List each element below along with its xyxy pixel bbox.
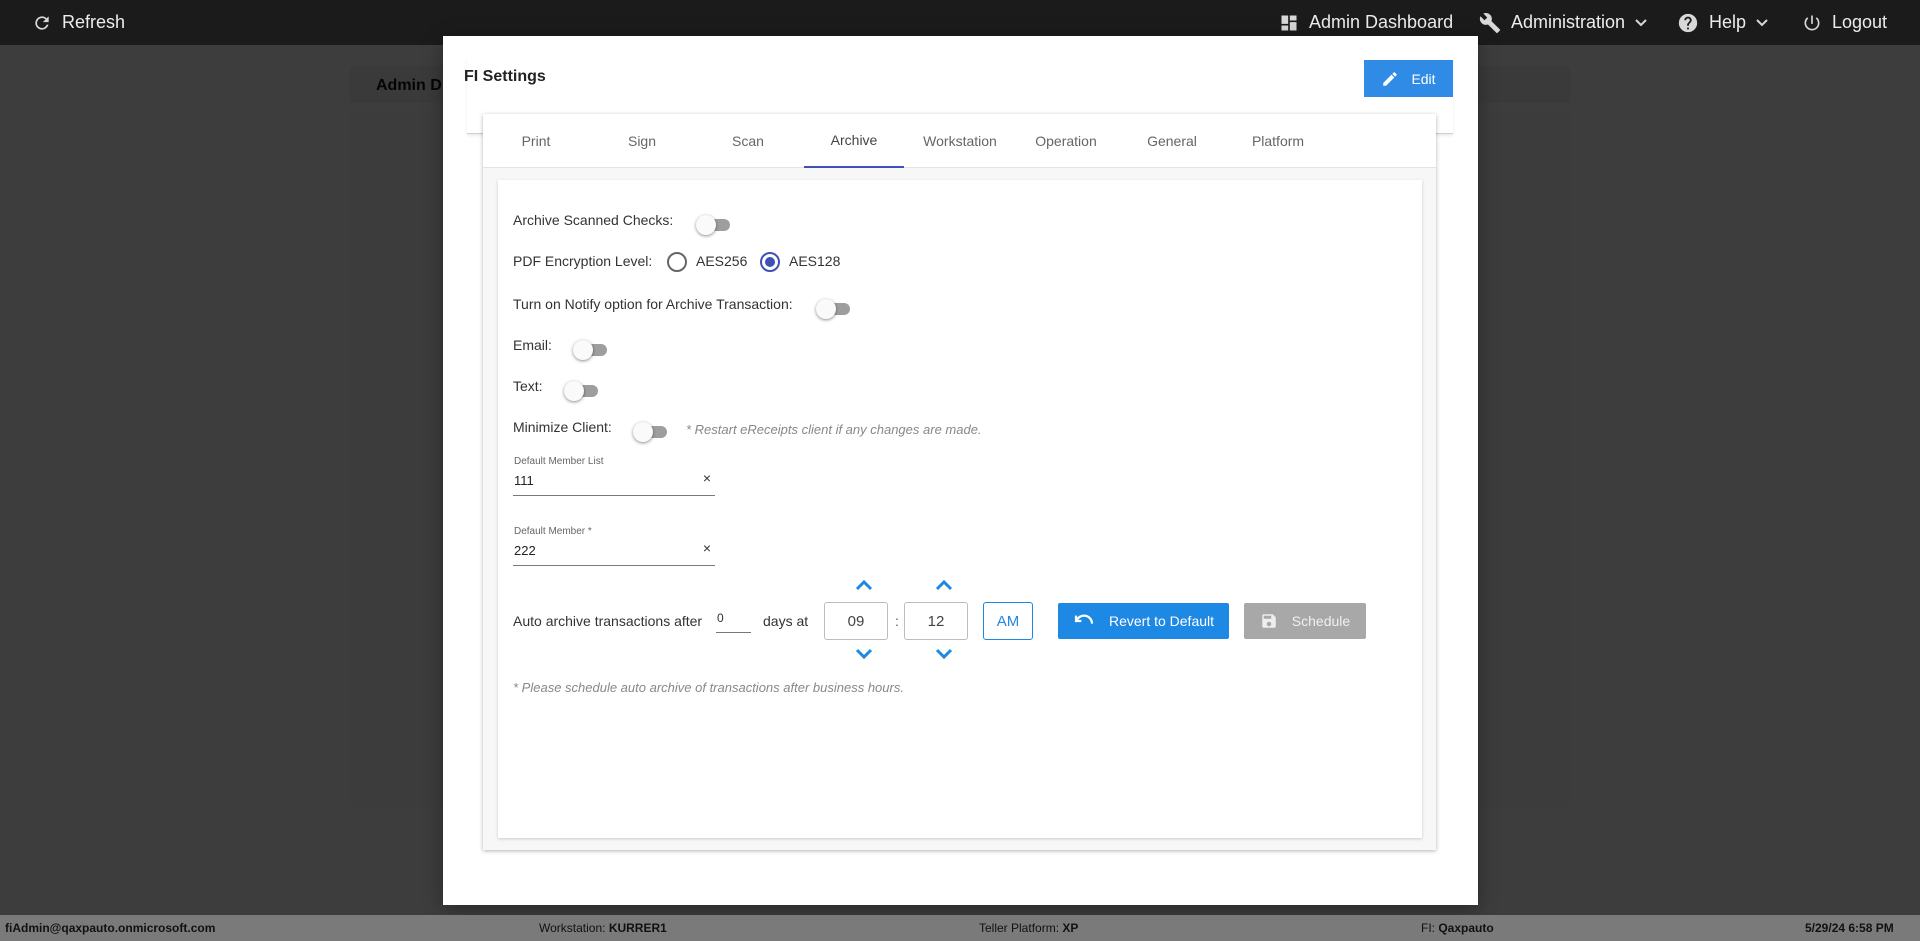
tab-workstation[interactable]: Workstation [910, 114, 1010, 168]
dashboard-icon [1281, 15, 1297, 30]
minute-up-button[interactable] [934, 578, 954, 592]
minute-input[interactable]: 12 [904, 602, 968, 640]
text-toggle[interactable] [564, 381, 600, 401]
chevron-up-icon [855, 579, 873, 591]
minute-down-button[interactable] [934, 647, 954, 661]
archive-panel: Archive Scanned Checks: PDF Encryption L… [498, 180, 1422, 838]
tab-platform[interactable]: Platform [1228, 114, 1328, 168]
modal-title: FI Settings [464, 68, 546, 85]
chevron-down-icon [1756, 18, 1768, 26]
tab-scan[interactable]: Scan [698, 114, 798, 168]
default-member-label: Default Member * [514, 526, 592, 537]
aes128-label: AES128 [789, 253, 841, 269]
logout-label: Logout [1832, 12, 1888, 32]
default-member-list-value: 111 [514, 473, 534, 488]
administration-label: Administration [1511, 12, 1626, 32]
revert-label: Revert to Default [1108, 613, 1215, 629]
edit-button[interactable]: Edit [1364, 60, 1453, 97]
archive-scanned-checks-toggle[interactable] [696, 215, 732, 235]
settings-content: Print Sign Scan Archive Workstation Oper… [483, 114, 1436, 850]
revert-to-default-button[interactable]: Revert to Default [1058, 603, 1229, 639]
default-member-value: 222 [514, 543, 536, 558]
status-teller-platform-label: Teller Platform: [979, 921, 1060, 935]
settings-tabs: Print Sign Scan Archive Workstation Oper… [483, 114, 1436, 168]
status-bar: fiAdmin@qaxpauto.onmicrosoft.com Worksta… [0, 915, 1920, 941]
email-toggle[interactable] [573, 340, 609, 360]
help-icon [1678, 13, 1698, 32]
status-fi-label: FI: [1421, 921, 1435, 935]
notify-label: Turn on Notify option for Archive Transa… [513, 296, 793, 312]
schedule-hint: * Please schedule auto archive of transa… [513, 680, 904, 695]
schedule-label: Schedule [1291, 613, 1351, 629]
status-user: fiAdmin@qaxpauto.onmicrosoft.com [5, 921, 216, 935]
admin-dashboard-label: Admin Dashboard [1309, 12, 1454, 32]
pdf-encryption-label: PDF Encryption Level: [513, 253, 653, 269]
undo-icon [1074, 614, 1094, 624]
pencil-icon [1383, 71, 1398, 86]
hour-up-button[interactable] [854, 578, 874, 592]
default-member-field[interactable]: Default Member * 222 × [513, 526, 715, 566]
refresh-icon [35, 15, 49, 30]
status-workstation-value: KURRER1 [608, 921, 667, 935]
help-label: Help [1709, 12, 1747, 32]
auto-archive-label: Auto archive transactions after [513, 613, 703, 629]
tab-sign[interactable]: Sign [592, 114, 692, 168]
save-icon [1262, 614, 1276, 628]
minimize-client-toggle[interactable] [633, 422, 669, 442]
notify-toggle[interactable] [816, 299, 852, 319]
time-separator: : [895, 613, 899, 629]
hour-input[interactable]: 09 [824, 602, 888, 640]
clear-default-member-icon[interactable]: × [703, 540, 711, 556]
hour-down-button[interactable] [854, 647, 874, 661]
default-member-list-field[interactable]: Default Member List 111 × [513, 456, 715, 496]
auto-archive-days-input[interactable]: 0 [716, 609, 751, 633]
chevron-up-icon [935, 579, 953, 591]
chevron-down-icon [855, 648, 873, 660]
tab-archive[interactable]: Archive [804, 114, 904, 168]
status-teller-platform-value: XP [1062, 921, 1079, 935]
aes256-label: AES256 [696, 253, 748, 269]
wrench-icon [1479, 12, 1501, 33]
chevron-down-icon [1635, 18, 1647, 26]
restart-hint: * Restart eReceipts client if any change… [686, 422, 982, 437]
ampm-toggle[interactable]: AM [983, 602, 1033, 640]
default-member-list-label: Default Member List [514, 456, 604, 467]
help-menu[interactable]: Help [1677, 0, 1768, 45]
text-label: Text: [513, 378, 543, 394]
archive-scanned-checks-label: Archive Scanned Checks: [513, 212, 674, 228]
status-fi-value: Qaxpauto [1438, 921, 1494, 935]
status-datetime: 5/29/24 6:58 PM [1805, 921, 1894, 935]
aes128-radio[interactable] [760, 252, 780, 272]
status-workstation-label: Workstation: [539, 921, 606, 935]
aes256-radio[interactable] [667, 252, 687, 272]
refresh-label: Refresh [62, 12, 126, 32]
logout-button[interactable]: Logout [1802, 0, 1887, 45]
fi-settings-modal: FI Settings Edit Print Sign Scan Archive… [443, 36, 1478, 905]
tab-operation[interactable]: Operation [1016, 114, 1116, 168]
tab-general[interactable]: General [1122, 114, 1222, 168]
email-label: Email: [513, 337, 552, 353]
clear-default-member-list-icon[interactable]: × [703, 470, 711, 486]
edit-label: Edit [1411, 70, 1436, 87]
refresh-button[interactable]: Refresh [32, 0, 125, 45]
chevron-down-icon [935, 648, 953, 660]
minimize-client-label: Minimize Client: [513, 419, 612, 435]
days-at-label: days at [763, 613, 809, 629]
schedule-button[interactable]: Schedule [1244, 603, 1366, 639]
tab-print[interactable]: Print [486, 114, 586, 168]
power-icon [1804, 15, 1820, 30]
administration-menu[interactable]: Administration [1479, 0, 1647, 45]
